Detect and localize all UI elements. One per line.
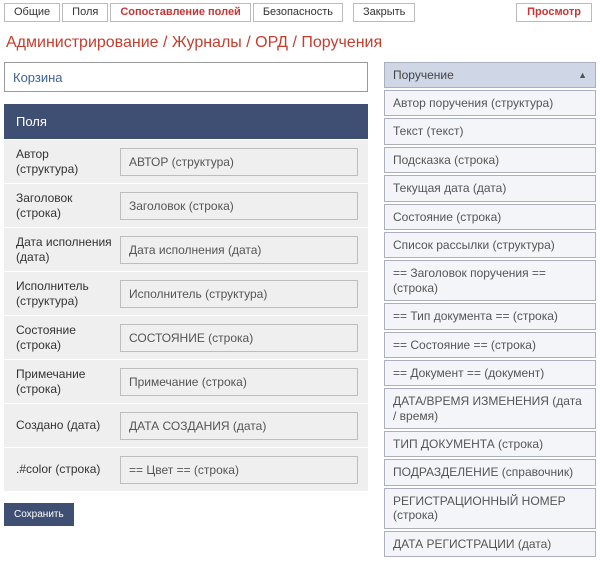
fields-header: Поля [4,104,368,139]
available-field-item[interactable]: РЕГИСТРАЦИОННЫЙ НОМЕР (строка) [384,488,596,529]
field-label: Автор (структура) [4,141,116,182]
available-field-item[interactable]: Текущая дата (дата) [384,175,596,201]
available-field-item[interactable]: Подсказка (строка) [384,147,596,173]
available-field-item[interactable]: == Состояние == (строка) [384,332,596,358]
field-value-dropzone[interactable]: СОСТОЯНИЕ (строка) [120,324,358,352]
tab-bar: ОбщиеПоляСопоставление полейБезопасность… [0,0,600,24]
available-field-item[interactable]: ДАТА/ВРЕМЯ ИЗМЕНЕНИЯ (дата / время) [384,388,596,429]
preview-button[interactable]: Просмотр [516,3,592,22]
tab-1[interactable]: Поля [62,3,108,22]
field-label: Дата исполнения (дата) [4,229,116,270]
bucket-input[interactable] [4,62,368,92]
left-column: Поля Автор (структура)АВТОР (структура)З… [4,62,368,557]
field-row: Создано (дата)ДАТА СОЗДАНИЯ (дата) [4,403,368,447]
field-row: .#color (строка)== Цвет == (строка) [4,447,368,491]
field-label: Состояние (строка) [4,317,116,358]
field-row: Автор (структура)АВТОР (структура) [4,139,368,183]
field-value-dropzone[interactable]: АВТОР (структура) [120,148,358,176]
field-row: Дата исполнения (дата)Дата исполнения (д… [4,227,368,271]
field-value-dropzone[interactable]: Примечание (строка) [120,368,358,396]
tab-2[interactable]: Сопоставление полей [110,3,250,22]
available-field-item[interactable]: Текст (текст) [384,118,596,144]
field-value-dropzone[interactable]: ДАТА СОЗДАНИЯ (дата) [120,412,358,440]
field-row: Примечание (строка)Примечание (строка) [4,359,368,403]
field-value-dropzone[interactable]: Исполнитель (структура) [120,280,358,308]
field-label: Примечание (строка) [4,361,116,402]
available-field-item[interactable]: == Заголовок поручения == (строка) [384,260,596,301]
tab-0[interactable]: Общие [4,3,60,22]
field-label: Заголовок (строка) [4,185,116,226]
available-fields-list: Автор поручения (структура)Текст (текст)… [384,90,596,557]
available-field-item[interactable]: Список рассылки (структура) [384,232,596,258]
available-field-item[interactable]: ТИП ДОКУМЕНТА (строка) [384,431,596,457]
content: Поля Автор (структура)АВТОР (структура)З… [0,62,600,563]
save-button[interactable]: Сохранить [4,503,74,526]
available-field-item[interactable]: ДАТА РЕГИСТРАЦИИ (дата) [384,531,596,557]
field-label: Создано (дата) [4,412,116,438]
available-field-item[interactable]: ПОДРАЗДЕЛЕНИЕ (справочник) [384,459,596,485]
field-row: Заголовок (строка)Заголовок (строка) [4,183,368,227]
available-field-item[interactable]: == Документ == (документ) [384,360,596,386]
right-column: Поручение ▲ Автор поручения (структура)Т… [384,62,596,557]
field-mapping-table: Автор (структура)АВТОР (структура)Заголо… [4,139,368,491]
close-button[interactable]: Закрыть [353,3,415,22]
field-row: Состояние (строка)СОСТОЯНИЕ (строка) [4,315,368,359]
breadcrumb: Администрирование / Журналы / ОРД / Пору… [0,24,600,62]
tab-3[interactable]: Безопасность [253,3,343,22]
field-value-dropzone[interactable]: Дата исполнения (дата) [120,236,358,264]
available-field-item[interactable]: Состояние (строка) [384,204,596,230]
field-label: .#color (строка) [4,456,116,482]
available-field-item[interactable]: Автор поручения (структура) [384,90,596,116]
field-row: Исполнитель (структура)Исполнитель (стру… [4,271,368,315]
panel-header[interactable]: Поручение ▲ [384,62,596,88]
field-label: Исполнитель (структура) [4,273,116,314]
collapse-icon: ▲ [578,70,587,80]
field-value-dropzone[interactable]: Заголовок (строка) [120,192,358,220]
field-value-dropzone[interactable]: == Цвет == (строка) [120,456,358,484]
available-field-item[interactable]: == Тип документа == (строка) [384,303,596,329]
panel-title: Поручение [393,68,454,82]
